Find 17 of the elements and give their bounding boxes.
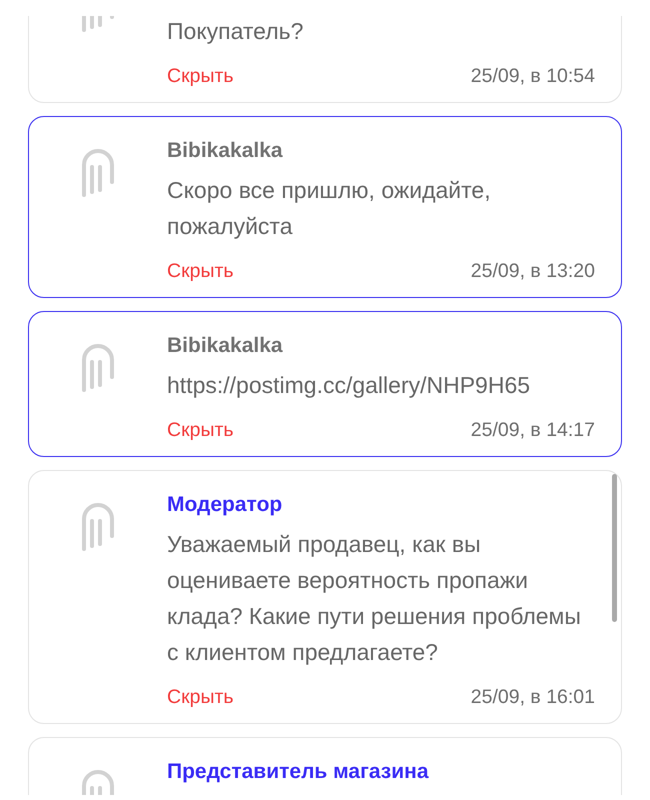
message-time: 25/09, в 10:54 bbox=[470, 65, 595, 88]
message-time: 25/09, в 13:20 bbox=[470, 260, 595, 283]
scrollbar[interactable] bbox=[612, 474, 617, 622]
author-name: Bibikakalka bbox=[167, 333, 284, 359]
author-name: Модератор bbox=[167, 492, 284, 518]
hide-button[interactable]: Скрыть bbox=[167, 65, 234, 88]
message-text: https://postimg.cc/gallery/NHP9H65 bbox=[167, 371, 532, 400]
hide-button[interactable]: Скрыть bbox=[167, 419, 234, 442]
message-time: 25/09, в 14:17 bbox=[470, 419, 595, 442]
hide-button[interactable]: Скрыть bbox=[167, 686, 234, 709]
message-text: Скоро все пришлю, ожидайте, пожалуйста bbox=[167, 176, 492, 241]
message-text: Покупатель? bbox=[167, 17, 304, 46]
message-time: 25/09, в 16:01 bbox=[470, 686, 595, 709]
hide-button[interactable]: Скрыть bbox=[167, 260, 234, 283]
message-text: Уважаемый продавец, как вы оцениваете вероятность пропажи клада? Какие пути решения проблемы с клиентом предлагаете? bbox=[167, 530, 582, 667]
author-name: Представитель магазина bbox=[167, 759, 430, 785]
author-name: Bibikakalka bbox=[167, 138, 284, 164]
